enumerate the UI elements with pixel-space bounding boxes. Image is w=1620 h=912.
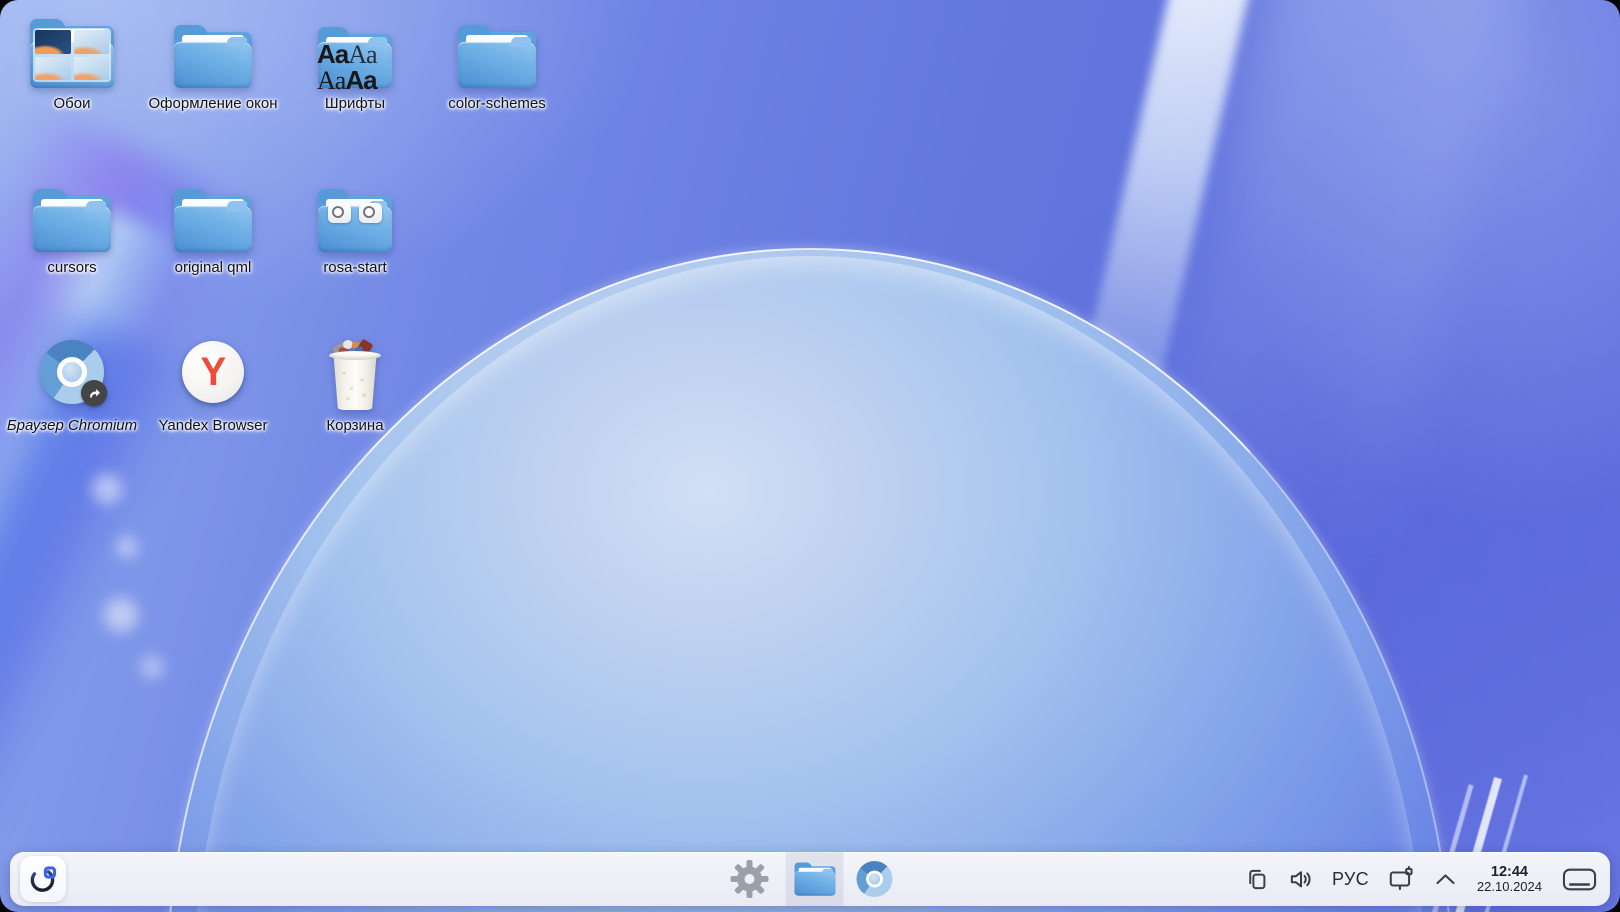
icon-label: Шрифты: [324, 95, 386, 112]
wallpaper-bokeh: [140, 655, 164, 679]
taskbar-panel: РУС 12:44 22.10.2024: [10, 852, 1610, 906]
wallpaper-bokeh: [104, 598, 138, 632]
desktop-icon-cursors[interactable]: cursors: [2, 172, 142, 277]
desktop-icon-rosa-start[interactable]: rosa-start: [285, 172, 425, 277]
chromium-task[interactable]: [856, 861, 893, 897]
folder-icon: [33, 188, 111, 252]
icon-label: cursors: [47, 259, 97, 276]
icon-label: Обои: [53, 95, 91, 112]
desktop-icon-trash[interactable]: Корзина: [285, 334, 425, 435]
folder-icon: [458, 24, 536, 88]
desktop-icon-shrifty[interactable]: AaAa AaAa Шрифты: [285, 8, 425, 113]
file-preview-badges: [328, 203, 382, 223]
wallpaper-bokeh: [92, 474, 122, 504]
icon-label: Оформление окон: [148, 95, 278, 112]
clock[interactable]: 12:44 22.10.2024: [1477, 864, 1542, 895]
yandex-browser-icon: Y: [182, 341, 244, 403]
icon-label: rosa-start: [323, 259, 387, 276]
date-text: 22.10.2024: [1476, 878, 1542, 894]
file-manager-task-active[interactable]: [785, 852, 844, 906]
folder-icon: [174, 24, 252, 88]
rosa-logo-icon: [30, 866, 57, 892]
system-tray: РУС 12:44 22.10.2024: [1243, 852, 1598, 906]
wallpaper-bokeh: [116, 536, 138, 558]
time-text: 12:44: [1490, 863, 1528, 880]
taskbar-center: [728, 852, 893, 906]
icon-label: Yandex Browser: [158, 417, 268, 434]
system-settings-task[interactable]: [728, 859, 772, 899]
icon-label: color-schemes: [448, 95, 546, 112]
desktop-screen: Обои Оформление окон AaAa AaAa Шрифты co…: [0, 0, 1620, 912]
wallpaper-previews: [33, 28, 111, 82]
clipboard-icon[interactable]: [1243, 866, 1270, 893]
desktop-icon-yandex-browser[interactable]: Y Yandex Browser: [143, 334, 283, 435]
desktop-icon-chromium[interactable]: Браузер Chromium: [2, 334, 142, 435]
gear-icon: [730, 860, 769, 898]
folder-icon: [794, 862, 835, 896]
folder-icon: [318, 188, 392, 252]
desktop-icon-oboi[interactable]: Обои: [2, 8, 142, 113]
keyboard-layout-indicator[interactable]: РУС: [1332, 869, 1369, 890]
chromium-icon: [40, 340, 107, 406]
shortcut-arrow-badge: [81, 380, 107, 406]
font-preview-glyphs: AaAa AaAa: [317, 39, 378, 95]
chromium-icon: [856, 861, 893, 897]
icon-label: Браузер Chromium: [6, 417, 138, 434]
trash-full-icon: [325, 338, 385, 410]
app-launcher-button[interactable]: [20, 856, 66, 902]
wallpapers-folder-icon: [30, 18, 114, 88]
icon-label: Корзина: [326, 417, 384, 434]
desktop-icon-color-schemes[interactable]: color-schemes: [427, 8, 567, 113]
chevron-up-icon[interactable]: [1433, 869, 1458, 889]
folder-icon: [174, 188, 252, 252]
fonts-folder-icon: AaAa AaAa: [317, 26, 392, 93]
icon-label: original qml: [174, 259, 252, 276]
display-icon[interactable]: [1386, 865, 1416, 893]
volume-icon[interactable]: [1287, 865, 1315, 893]
desktop-icon-oformlenie-okon[interactable]: Оформление окон: [143, 8, 283, 113]
show-desktop-button[interactable]: [1561, 865, 1598, 894]
desktop-icon-original-qml[interactable]: original qml: [143, 172, 283, 277]
